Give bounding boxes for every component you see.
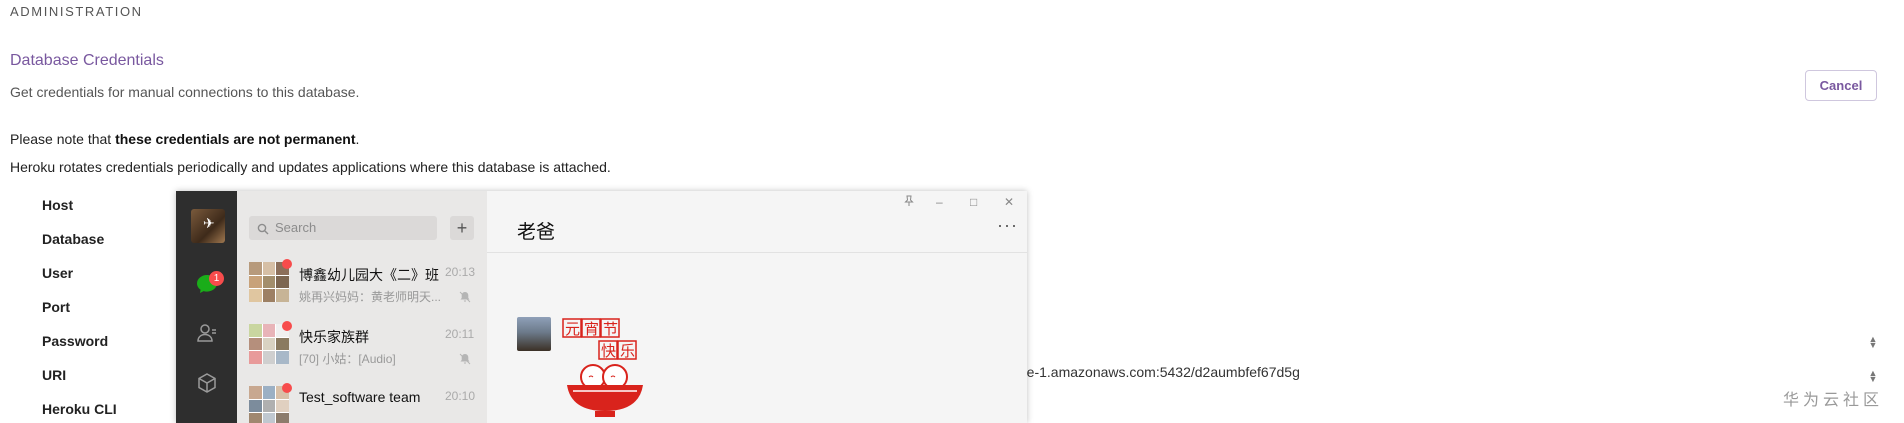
sticker-title: 元宵节 快乐 xyxy=(562,318,639,360)
panel-title: Database Credentials xyxy=(10,52,164,69)
contact-avatar[interactable] xyxy=(517,317,551,351)
pin-icon[interactable] xyxy=(904,195,914,210)
unread-dot xyxy=(282,321,292,331)
more-options-icon[interactable]: ··· xyxy=(997,215,1018,236)
chat-header: – □ ✕ 老爸 ··· xyxy=(487,191,1027,253)
host-label: Host xyxy=(42,197,74,213)
conversation-list: Search + 博鑫幼儿园大《二》班 20:13 姚再兴妈妈：黄老师明天... xyxy=(237,191,487,423)
conversation-name: Test_software team xyxy=(299,389,421,405)
database-label: Database xyxy=(42,231,105,247)
password-label: Password xyxy=(42,333,109,349)
lantern-festival-sticker[interactable]: 元宵节 快乐 xyxy=(559,315,665,423)
heroku-cli-label: Heroku CLI xyxy=(42,401,117,417)
conversation-time: 20:13 xyxy=(445,265,476,279)
conversation-name: 快乐家族群 xyxy=(299,329,369,345)
uri-reveal-toggle[interactable]: ▲ ▼ xyxy=(1868,369,1878,384)
mute-icon xyxy=(459,290,471,308)
port-label: Port xyxy=(42,299,70,315)
close-button[interactable]: ✕ xyxy=(1004,195,1014,209)
favorites-icon[interactable] xyxy=(195,371,219,395)
contacts-icon[interactable] xyxy=(195,321,219,345)
unread-dot xyxy=(282,383,292,393)
conversation-time: 20:10 xyxy=(445,389,476,403)
watermark: 华为云社区 xyxy=(1783,392,1884,409)
minimize-button[interactable]: – xyxy=(936,195,943,209)
section-title: ADMINISTRATION xyxy=(10,4,143,19)
mute-icon xyxy=(459,352,471,370)
wechat-window[interactable]: ✈ 1 Search + 博鑫幼儿园大《二》班 20:13 姚再兴妈妈：黄老师明… xyxy=(176,191,1027,423)
chat-panel: – □ ✕ 老爸 ··· 元宵节 快乐 xyxy=(487,191,1027,423)
add-button[interactable]: + xyxy=(450,216,474,240)
maximize-button[interactable]: □ xyxy=(970,195,977,209)
uri-value[interactable]: ute-1.amazonaws.com:5432/d2aumbfef67d5g xyxy=(1015,364,1300,380)
tangyuan-bowl-icon xyxy=(567,364,643,417)
search-input[interactable]: Search xyxy=(249,216,437,240)
unread-dot xyxy=(282,259,292,269)
conversation-item[interactable]: 快乐家族群 20:11 [70] 小姑：[Audio] xyxy=(237,314,487,376)
conversation-preview: 姚再兴妈妈：黄老师明天... xyxy=(299,290,442,304)
wechat-nav-bar: ✈ 1 xyxy=(176,191,237,423)
user-avatar[interactable]: ✈ xyxy=(191,209,225,243)
uri-label: URI xyxy=(42,367,67,383)
conversation-item[interactable]: 博鑫幼儿园大《二》班 20:13 姚再兴妈妈：黄老师明天... xyxy=(237,252,487,314)
unread-badge: 1 xyxy=(209,271,224,286)
password-reveal-toggle[interactable]: ▲ ▼ xyxy=(1868,335,1878,350)
search-placeholder: Search xyxy=(275,220,317,235)
conversation-item[interactable]: Test_software team 20:10 xyxy=(237,376,487,423)
conversation-preview: [70] 小姑：[Audio] xyxy=(299,352,396,366)
search-icon xyxy=(257,222,269,240)
permanence-note: Please note that these credentials are n… xyxy=(10,131,360,147)
sticker-line-1: 元宵节 xyxy=(565,320,622,338)
panel-description: Get credentials for manual connections t… xyxy=(10,84,360,100)
user-label: User xyxy=(42,265,74,281)
cancel-button[interactable]: Cancel xyxy=(1805,70,1877,101)
conversation-name: 博鑫幼儿园大《二》班 xyxy=(299,267,439,283)
chat-title: 老爸 xyxy=(517,222,556,243)
sticker-line-2: 快乐 xyxy=(601,342,639,360)
conversation-time: 20:11 xyxy=(445,327,475,341)
rotation-note: Heroku rotates credentials periodically … xyxy=(10,159,611,175)
